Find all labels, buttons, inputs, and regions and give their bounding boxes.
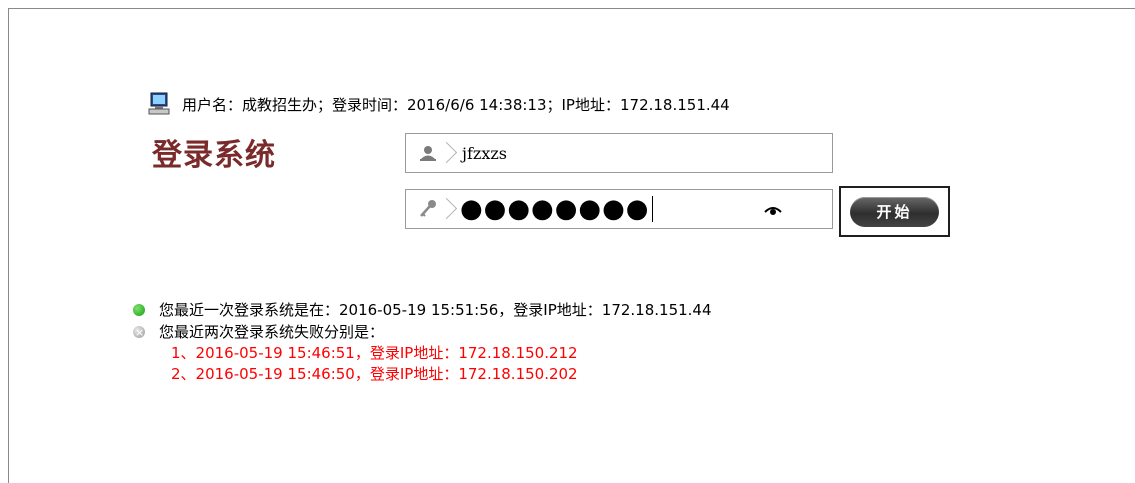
fail-dot-icon bbox=[133, 322, 145, 344]
user-icon bbox=[420, 146, 436, 161]
list-item: 1、2016-05-19 15:46:51，登录IP地址：172.18.150.… bbox=[171, 344, 578, 362]
key-icon bbox=[420, 200, 436, 217]
key-icon-box bbox=[406, 190, 450, 228]
password-dots: ●●●●●●●● bbox=[460, 194, 650, 224]
session-text: 用户名：成教招生办；登录时间：2016/6/6 14:38:13；IP地址：17… bbox=[182, 95, 730, 114]
start-button[interactable]: 开始 bbox=[850, 196, 939, 227]
failure-list: 1、2016-05-19 15:46:51，登录IP地址：172.18.150.… bbox=[171, 343, 712, 385]
password-value[interactable]: ●●●●●●●● bbox=[460, 196, 653, 222]
eye-icon[interactable] bbox=[764, 201, 782, 219]
text-caret bbox=[651, 196, 653, 222]
session-info: 用户名：成教招生办；登录时间：2016/6/6 14:38:13；IP地址：17… bbox=[148, 92, 730, 116]
page-title: 登录系统 bbox=[152, 138, 276, 173]
fail-heading-line: 您最近两次登录系统失败分别是： bbox=[133, 321, 712, 344]
start-button-frame[interactable]: 开始 bbox=[839, 186, 950, 237]
fail-heading-text: 您最近两次登录系统失败分别是： bbox=[159, 323, 385, 341]
success-dot-icon bbox=[133, 304, 145, 316]
page-frame bbox=[8, 8, 1135, 483]
computer-icon bbox=[148, 92, 170, 115]
username-value[interactable]: jfzxzs bbox=[462, 144, 507, 163]
last-login-text: 您最近一次登录系统是在：2016-05-19 15:51:56，登录IP地址：1… bbox=[159, 301, 712, 319]
last-login-line: 您最近一次登录系统是在：2016-05-19 15:51:56，登录IP地址：1… bbox=[133, 299, 712, 321]
username-field[interactable]: jfzxzs bbox=[405, 133, 833, 173]
list-item: 2、2016-05-19 15:46:50，登录IP地址：172.18.150.… bbox=[171, 365, 578, 383]
password-field[interactable]: ●●●●●●●● bbox=[405, 189, 833, 229]
login-history: 您最近一次登录系统是在：2016-05-19 15:51:56，登录IP地址：1… bbox=[133, 299, 712, 385]
user-icon-box bbox=[406, 134, 450, 172]
